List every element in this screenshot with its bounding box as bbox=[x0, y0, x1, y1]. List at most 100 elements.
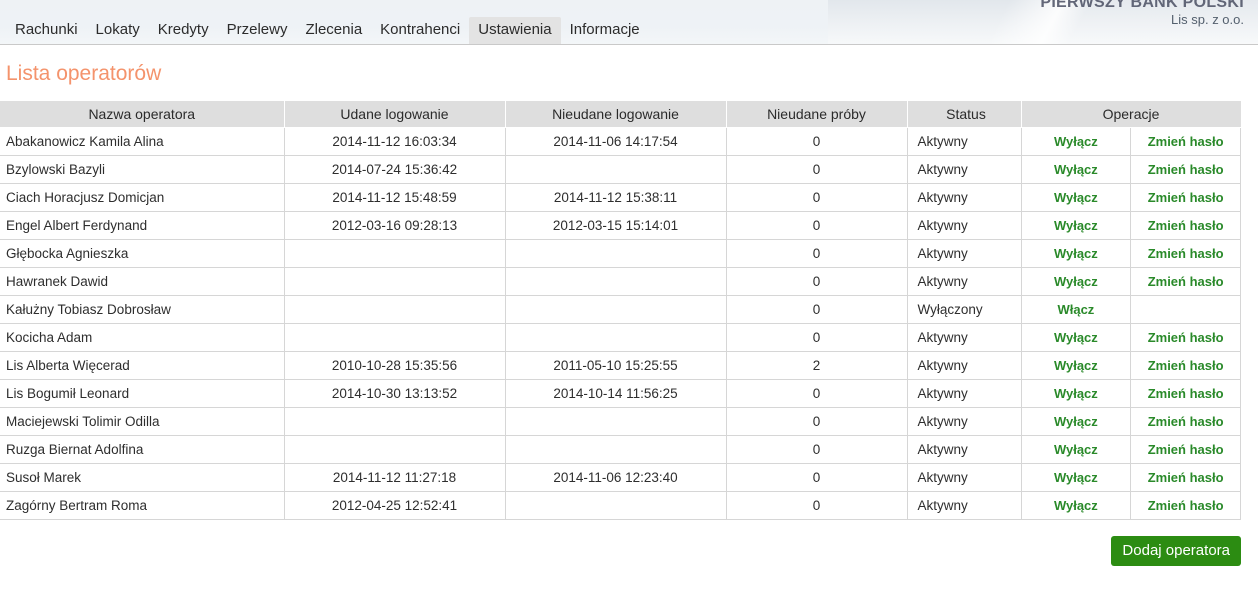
cell-status: Aktywny bbox=[907, 155, 1022, 184]
operation-toggle-link[interactable]: Wyłącz bbox=[1054, 246, 1098, 261]
operation-change-password-link[interactable]: Zmień hasło bbox=[1148, 442, 1224, 457]
cell-operator-name: Susoł Marek bbox=[0, 463, 285, 492]
nav-item-lokaty[interactable]: Lokaty bbox=[87, 17, 149, 44]
cell-failed-attempts: 0 bbox=[726, 435, 908, 464]
operation-toggle: Wyłącz bbox=[1021, 323, 1132, 352]
operation-change-password bbox=[1130, 295, 1241, 324]
operation-toggle-link[interactable]: Wyłącz bbox=[1054, 498, 1098, 513]
cell-status: Aktywny bbox=[907, 239, 1022, 268]
cell-operator-name: Kałużny Tobiasz Dobrosław bbox=[0, 295, 285, 324]
operation-toggle-link[interactable]: Wyłącz bbox=[1054, 162, 1098, 177]
nav-item-ustawienia[interactable]: Ustawienia bbox=[469, 17, 561, 44]
column-header-status: Status bbox=[907, 101, 1022, 128]
table-row: Ciach Horacjusz Domicjan 2014-11-12 15:48… bbox=[0, 183, 1241, 212]
operation-change-password-link[interactable]: Zmień hasło bbox=[1148, 470, 1224, 485]
column-header-operations: Operacje bbox=[1021, 101, 1241, 128]
nav-item-kredyty[interactable]: Kredyty bbox=[149, 17, 218, 44]
operation-change-password-link[interactable]: Zmień hasło bbox=[1148, 218, 1224, 233]
operation-change-password-link[interactable]: Zmień hasło bbox=[1148, 498, 1224, 513]
cell-status: Aktywny bbox=[907, 183, 1022, 212]
cell-failed-attempts: 0 bbox=[726, 463, 908, 492]
cell-success-login: 2014-10-30 13:13:52 bbox=[284, 379, 506, 408]
cell-failed-attempts: 2 bbox=[726, 351, 908, 380]
cell-operator-name: Ciach Horacjusz Domicjan bbox=[0, 183, 285, 212]
cell-status: Aktywny bbox=[907, 211, 1022, 240]
operation-toggle: Wyłącz bbox=[1021, 239, 1132, 268]
top-banner: PIERWSZY BANK POLSKI Lis sp. z o.o. Rach… bbox=[0, 0, 1258, 45]
cell-failed-login bbox=[505, 295, 727, 324]
operation-toggle: Wyłącz bbox=[1021, 351, 1132, 380]
table-row: Abakanowicz Kamila Alina 2014-11-12 16:03… bbox=[0, 127, 1241, 156]
cell-failed-login bbox=[505, 323, 727, 352]
cell-failed-attempts: 0 bbox=[726, 295, 908, 324]
table-row: Ruzga Biernat Adolfina 0 Aktywny Wyłącz Zmie… bbox=[0, 435, 1241, 464]
cell-failed-login: 2014-11-06 14:17:54 bbox=[505, 127, 727, 156]
operation-change-password-link[interactable]: Zmień hasło bbox=[1148, 134, 1224, 149]
cell-failed-attempts: 0 bbox=[726, 183, 908, 212]
cell-status: Aktywny bbox=[907, 267, 1022, 296]
nav-item-przelewy[interactable]: Przelewy bbox=[218, 17, 297, 44]
cell-failed-login bbox=[505, 491, 727, 520]
cell-status: Aktywny bbox=[907, 379, 1022, 408]
operation-toggle-link[interactable]: Wyłącz bbox=[1054, 330, 1098, 345]
operation-toggle-link[interactable]: Wyłącz bbox=[1054, 442, 1098, 457]
table-row: Hawranek Dawid 0 Aktywny Wyłącz Zmień hasło bbox=[0, 267, 1241, 296]
operation-toggle-link[interactable]: Wyłącz bbox=[1054, 470, 1098, 485]
cell-operator-name: Zagórny Bertram Roma bbox=[0, 491, 285, 520]
operation-change-password: Zmień hasło bbox=[1130, 183, 1241, 212]
table-row: Maciejewski Tolimir Odilla 0 Aktywny Wyłącz… bbox=[0, 407, 1241, 436]
operation-change-password-link[interactable]: Zmień hasło bbox=[1148, 386, 1224, 401]
operation-toggle: Wyłącz bbox=[1021, 379, 1132, 408]
cell-failed-attempts: 0 bbox=[726, 155, 908, 184]
nav-item-informacje[interactable]: Informacje bbox=[561, 17, 649, 44]
operation-change-password: Zmień hasło bbox=[1130, 379, 1241, 408]
table-head: Nazwa operatora Udane logowanie Nieudane… bbox=[0, 101, 1241, 128]
cell-status: Aktywny bbox=[907, 323, 1022, 352]
operation-toggle-link[interactable]: Włącz bbox=[1057, 302, 1094, 317]
operation-change-password: Zmień hasło bbox=[1130, 491, 1241, 520]
bank-name: PIERWSZY BANK POLSKI bbox=[1040, 0, 1244, 11]
operators-table-container: Nazwa operatora Udane logowanie Nieudane… bbox=[0, 101, 1258, 566]
operation-toggle: Wyłącz bbox=[1021, 491, 1132, 520]
cell-status: Wyłączony bbox=[907, 295, 1022, 324]
operation-change-password-link[interactable]: Zmień hasło bbox=[1148, 274, 1224, 289]
cell-failed-attempts: 0 bbox=[726, 491, 908, 520]
operation-change-password-link[interactable]: Zmień hasło bbox=[1148, 190, 1224, 205]
operation-toggle-link[interactable]: Wyłącz bbox=[1054, 134, 1098, 149]
operation-toggle-link[interactable]: Wyłącz bbox=[1054, 386, 1098, 401]
cell-failed-attempts: 0 bbox=[726, 127, 908, 156]
operation-toggle-link[interactable]: Wyłącz bbox=[1054, 414, 1098, 429]
operation-change-password: Zmień hasło bbox=[1130, 127, 1241, 156]
operation-change-password-link[interactable]: Zmień hasło bbox=[1148, 330, 1224, 345]
cell-operator-name: Kocicha Adam bbox=[0, 323, 285, 352]
nav-item-kontrahenci[interactable]: Kontrahenci bbox=[371, 17, 469, 44]
operation-toggle-link[interactable]: Wyłącz bbox=[1054, 218, 1098, 233]
cell-failed-attempts: 0 bbox=[726, 323, 908, 352]
operation-toggle: Wyłącz bbox=[1021, 407, 1132, 436]
operation-change-password-link[interactable]: Zmień hasło bbox=[1148, 162, 1224, 177]
operation-change-password: Zmień hasło bbox=[1130, 463, 1241, 492]
table-row: Lis Bogumił Leonard 2014-10-30 13:13:52 20… bbox=[0, 379, 1241, 408]
operation-toggle: Wyłącz bbox=[1021, 127, 1132, 156]
operation-toggle: Wyłącz bbox=[1021, 155, 1132, 184]
nav-item-rachunki[interactable]: Rachunki bbox=[6, 17, 87, 44]
cell-failed-attempts: 0 bbox=[726, 239, 908, 268]
operation-change-password: Zmień hasło bbox=[1130, 267, 1241, 296]
cell-failed-attempts: 0 bbox=[726, 407, 908, 436]
operation-change-password-link[interactable]: Zmień hasło bbox=[1148, 358, 1224, 373]
operation-toggle: Wyłącz bbox=[1021, 211, 1132, 240]
operation-toggle-link[interactable]: Wyłącz bbox=[1054, 358, 1098, 373]
cell-operator-name: Hawranek Dawid bbox=[0, 267, 285, 296]
operators-table: Nazwa operatora Udane logowanie Nieudane… bbox=[0, 101, 1241, 520]
operation-toggle: Włącz bbox=[1021, 295, 1132, 324]
operation-change-password-link[interactable]: Zmień hasło bbox=[1148, 246, 1224, 261]
add-operator-button[interactable]: Dodaj operatora bbox=[1111, 535, 1241, 566]
operation-toggle-link[interactable]: Wyłącz bbox=[1054, 274, 1098, 289]
main-navigation: Rachunki Lokaty Kredyty Przelewy Zlecenia Kon… bbox=[0, 11, 649, 44]
cell-failed-login: 2014-10-14 11:56:25 bbox=[505, 379, 727, 408]
operation-toggle-link[interactable]: Wyłącz bbox=[1054, 190, 1098, 205]
operation-change-password: Zmień hasło bbox=[1130, 155, 1241, 184]
nav-item-zlecenia[interactable]: Zlecenia bbox=[296, 17, 371, 44]
operation-change-password-link[interactable]: Zmień hasło bbox=[1148, 414, 1224, 429]
cell-failed-attempts: 0 bbox=[726, 379, 908, 408]
